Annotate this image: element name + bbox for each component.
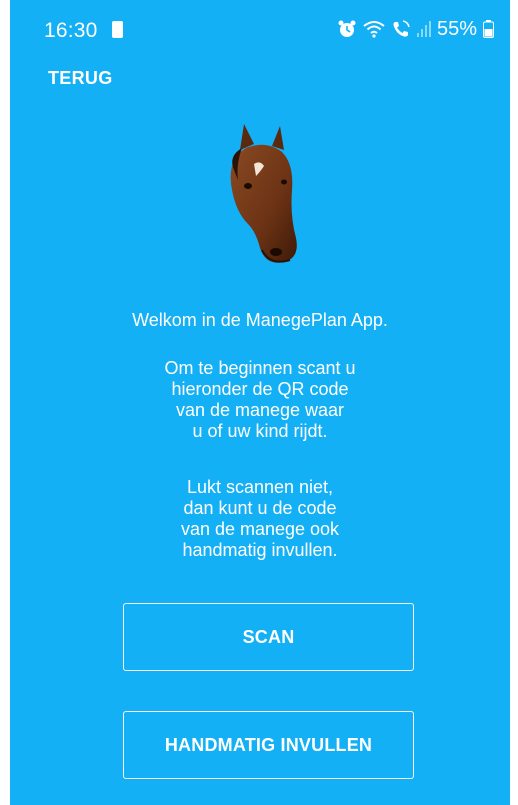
manual-entry-button[interactable]: HANDMATIG INVULLEN [123,711,414,779]
intro-line: hieronder de QR code [171,379,349,399]
fallback-line: dan kunt u de code [183,498,337,518]
back-button[interactable]: TERUG [48,68,113,89]
wifi-icon [363,21,385,38]
battery-icon [483,20,494,38]
intro-line: Om te beginnen scant u [164,358,356,378]
fallback-line: van de manege ook [180,519,340,539]
wifi-call-icon [393,20,410,37]
fallback-line: handmatig invullen. [182,540,338,560]
signal-icon [416,21,431,37]
scan-button[interactable]: SCAN [123,603,414,671]
fallback-line: Lukt scannen niet, [186,477,334,497]
intro-paragraph: Om te beginnen scant u hieronder de QR c… [10,358,510,442]
scan-button-label: SCAN [242,626,295,647]
horse-head-icon [230,124,297,263]
battery-percentage: 55% [436,17,477,40]
status-icons: 55% [337,17,494,41]
status-time: 16:30 [44,19,98,42]
status-bar: 16:30 55% [10,0,510,52]
alarm-icon [338,20,356,37]
manual-entry-button-label: HANDMATIG INVULLEN [164,734,373,755]
fallback-paragraph: Lukt scannen niet, dan kunt u de code va… [10,477,510,561]
app-screen: 16:30 55% TERUG Welkom in de ManegePlan … [10,0,510,805]
sim-card-icon [112,21,123,38]
welcome-text: Welkom in de ManegePlan App. [132,310,388,330]
intro-line: van de manege waar [175,400,345,420]
intro-line: u of uw kind rijdt. [192,421,328,441]
